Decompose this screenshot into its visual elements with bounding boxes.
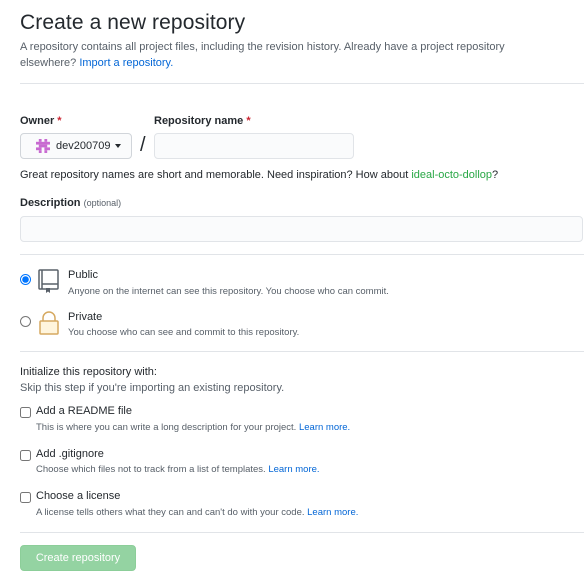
readme-checkbox[interactable] [20, 407, 31, 418]
readme-title: Add a README file [36, 405, 132, 417]
gitignore-desc-text: Choose which files not to track from a l… [36, 464, 266, 475]
owner-name: dev200709 [56, 140, 111, 152]
gitignore-title: Add .gitignore [36, 448, 104, 460]
lock-icon [39, 311, 59, 335]
header-divider [20, 83, 584, 84]
owner-label: Owner * [20, 115, 62, 127]
description-label: Description (optional) [20, 197, 121, 209]
gitignore-desc: Choose which files not to track from a l… [36, 464, 320, 475]
owner-repo-separator: / [140, 134, 146, 156]
visibility-bottom-divider [20, 351, 584, 352]
license-desc-text: A license tells others what they can and… [36, 507, 305, 518]
repo-book-icon [38, 269, 59, 293]
name-hint-suffix: ? [492, 169, 499, 181]
license-desc: A license tells others what they can and… [36, 507, 358, 518]
gitignore-learn-more-link[interactable]: Learn more. [268, 464, 319, 475]
private-desc: You choose who can see and commit to thi… [68, 327, 300, 338]
private-title: Private [68, 311, 103, 323]
owner-avatar-icon [36, 139, 50, 153]
private-radio[interactable] [20, 316, 31, 327]
public-title: Public [68, 269, 98, 281]
license-learn-more-link[interactable]: Learn more. [307, 507, 358, 518]
readme-desc: This is where you can write a long descr… [36, 422, 350, 433]
import-repository-link[interactable]: Import a repository. [79, 57, 173, 69]
init-note: Skip this step if you're importing an ex… [20, 382, 285, 394]
description-input[interactable] [20, 216, 583, 242]
init-heading: Initialize this repository with: [20, 366, 157, 378]
name-suggestion[interactable]: ideal-octo-dollop [411, 169, 492, 181]
owner-label-text: Owner [20, 115, 55, 127]
create-repository-button[interactable]: Create repository [20, 545, 136, 571]
license-title: Choose a license [36, 490, 121, 502]
page-subtitle: A repository contains all project files,… [20, 39, 550, 71]
public-desc: Anyone on the internet can see this repo… [68, 286, 389, 297]
name-hint-text: Great repository names are short and mem… [20, 169, 409, 181]
gitignore-checkbox[interactable] [20, 450, 31, 461]
description-label-text: Description [20, 197, 81, 209]
visibility-top-divider [20, 254, 584, 255]
caret-down-icon [115, 144, 122, 148]
readme-learn-more-link[interactable]: Learn more. [299, 422, 350, 433]
submit-divider [20, 532, 584, 533]
page-title: Create a new repository [20, 11, 246, 34]
repo-name-label: Repository name * [154, 115, 251, 127]
owner-dropdown[interactable]: dev200709 [20, 133, 132, 159]
owner-required-mark: * [57, 115, 62, 127]
license-checkbox[interactable] [20, 492, 31, 503]
readme-desc-text: This is where you can write a long descr… [36, 422, 297, 433]
name-hint: Great repository names are short and mem… [20, 169, 498, 181]
repo-name-label-text: Repository name [154, 115, 244, 127]
public-radio[interactable] [20, 274, 31, 285]
repo-name-required-mark: * [246, 115, 251, 127]
repository-name-input[interactable] [154, 133, 354, 159]
description-optional: (optional) [83, 198, 122, 208]
